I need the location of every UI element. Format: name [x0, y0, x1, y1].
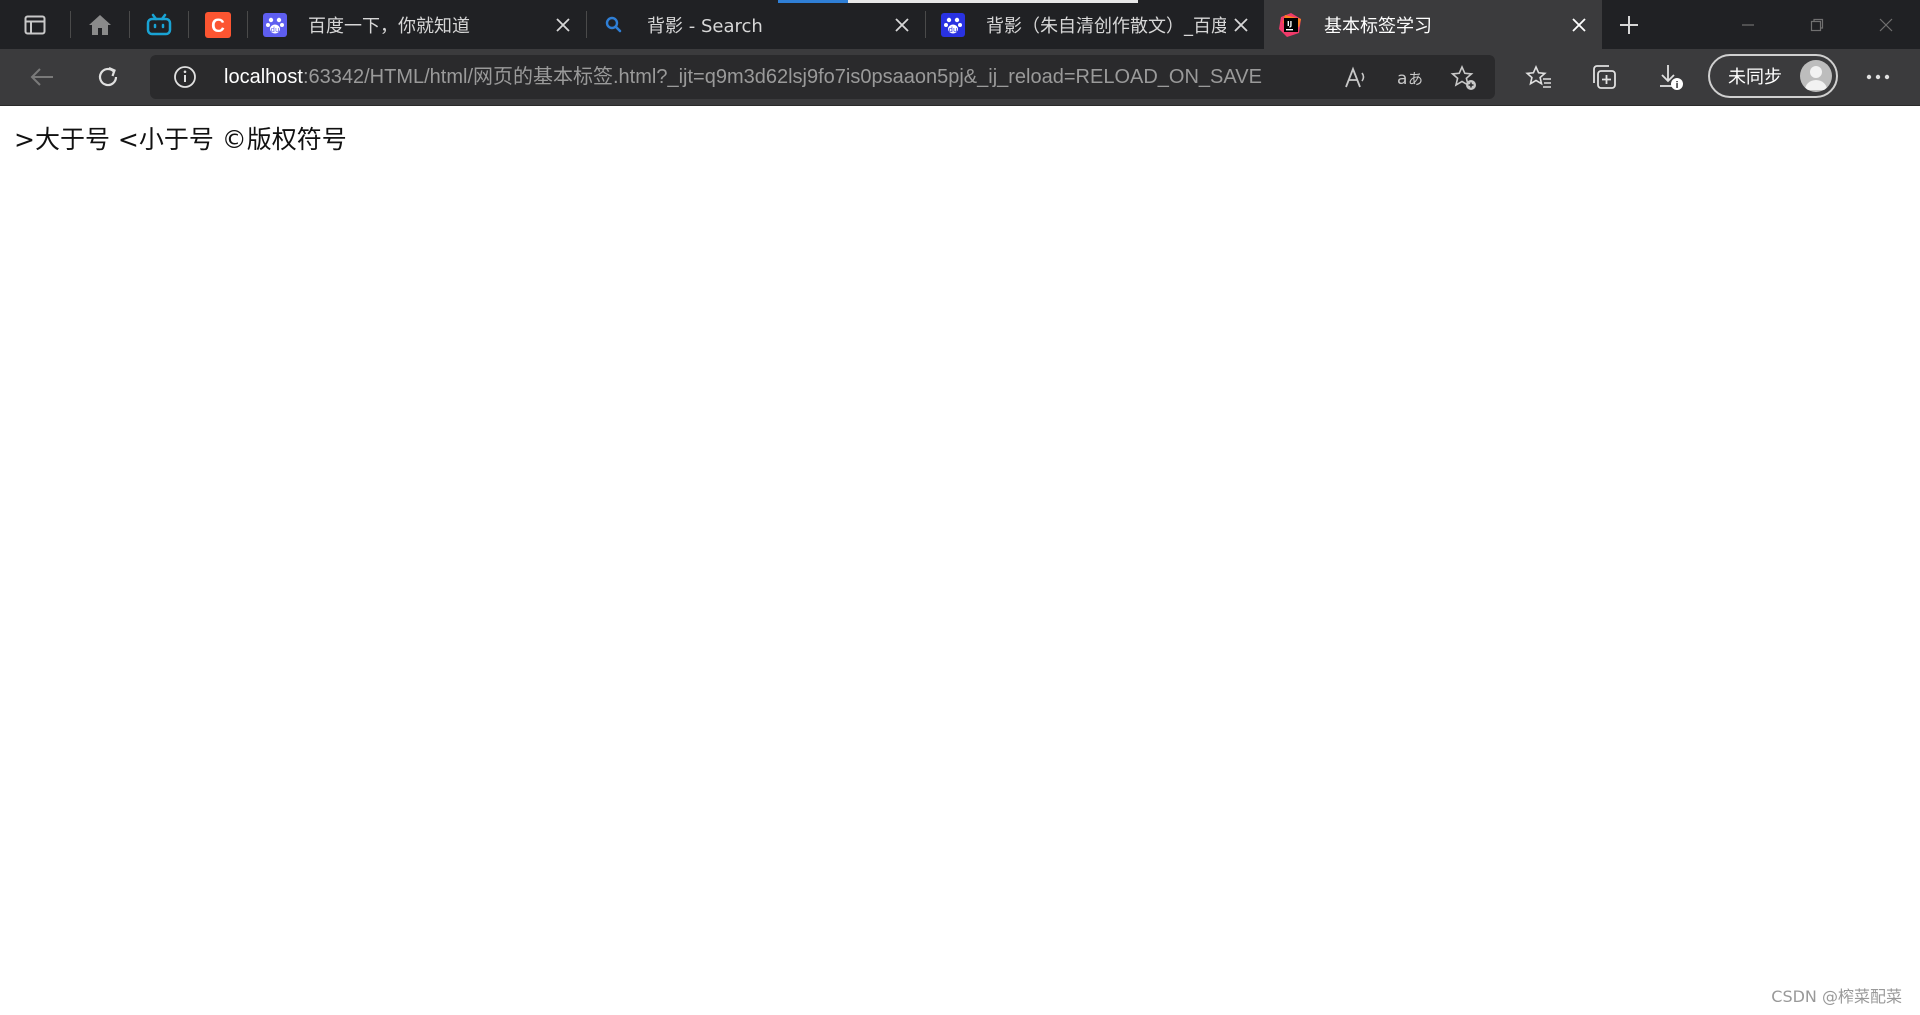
avatar — [1800, 60, 1832, 92]
page-body-text: >大于号 <小于号 ©版权符号 — [14, 125, 347, 154]
profile-sync-button[interactable]: 未同步 — [1708, 54, 1838, 98]
tab-strip: C du 百度一下，你就知道 背影 - Search du 背影（朱自清创作散文… — [0, 0, 1920, 49]
svg-text:a: a — [1397, 69, 1407, 89]
downloads-button[interactable]: i — [1650, 57, 1690, 97]
tab-close-icon[interactable] — [887, 10, 917, 40]
download-icon: i — [1660, 65, 1683, 91]
tab-title: 背影（朱自清创作散文）_百度 — [986, 15, 1226, 37]
csdn-watermark: CSDN @榨菜配菜 — [1771, 987, 1902, 1006]
svg-text:i: i — [1675, 81, 1678, 91]
plus-icon — [1620, 15, 1638, 34]
svg-text:IJ: IJ — [1287, 20, 1292, 28]
home-icon — [89, 14, 111, 35]
tab-title: 背影 - Search — [647, 15, 763, 37]
refresh-button[interactable] — [88, 57, 128, 97]
tab-bing-search[interactable]: 背影 - Search — [587, 0, 1138, 49]
bing-search-icon — [601, 12, 627, 38]
new-tab-button[interactable] — [1602, 0, 1656, 49]
svg-text:C: C — [211, 16, 225, 37]
svg-text:du: du — [949, 26, 958, 34]
translate-icon[interactable]: aあ — [1394, 62, 1426, 94]
close-icon — [1879, 18, 1892, 31]
baidu-paw-icon: du — [940, 12, 966, 38]
tab-title: 基本标签学习 — [1324, 15, 1432, 37]
collections-icon — [1593, 65, 1616, 89]
svg-text:du: du — [271, 26, 280, 34]
tab-basic-tags[interactable]: IJ 基本标签学习 — [1264, 0, 1602, 49]
pinned-tab-csdn[interactable]: C — [189, 0, 247, 49]
collections-button[interactable] — [1584, 57, 1624, 97]
back-button[interactable] — [22, 57, 62, 97]
settings-more-button[interactable] — [1858, 57, 1898, 97]
sync-status-label: 未同步 — [1728, 67, 1782, 88]
tab-baidu-baike[interactable]: du 背影（朱自清创作散文）_百度 — [926, 0, 1264, 49]
tab-close-icon[interactable] — [548, 10, 578, 40]
restore-button[interactable] — [1782, 0, 1851, 49]
tab-close-icon[interactable] — [1226, 10, 1256, 40]
minimize-button[interactable] — [1713, 0, 1782, 49]
tab-baidu-home[interactable]: du 百度一下，你就知道 — [248, 0, 586, 49]
favorites-button[interactable] — [1519, 57, 1559, 97]
window-controls — [1713, 0, 1920, 49]
csdn-icon: C — [205, 11, 231, 38]
tab-close-icon[interactable] — [1564, 10, 1594, 40]
refresh-icon — [98, 66, 118, 87]
svg-text:あ: あ — [1408, 70, 1423, 88]
more-horizontal-icon — [1866, 74, 1890, 80]
pinned-tab-home[interactable] — [71, 0, 129, 49]
pinned-tab-bilibili[interactable] — [130, 0, 188, 49]
url-host: localhost — [224, 66, 303, 88]
user-avatar-icon — [1805, 66, 1827, 90]
jetbrains-icon: IJ — [1278, 12, 1304, 38]
url-text[interactable]: localhost:63342/HTML/html/网页的基本标签.html?_… — [224, 55, 1414, 99]
bilibili-icon — [146, 13, 172, 35]
browser-toolbar: localhost:63342/HTML/html/网页的基本标签.html?_… — [0, 49, 1920, 106]
add-favorite-icon[interactable] — [1448, 62, 1480, 94]
arrow-left-icon — [30, 68, 53, 86]
site-info-icon[interactable] — [170, 62, 200, 92]
read-aloud-icon[interactable] — [1340, 62, 1372, 94]
baidu-paw-icon: du — [262, 12, 288, 38]
favorites-list-icon — [1525, 65, 1551, 88]
minimize-icon — [1741, 23, 1754, 26]
address-bar[interactable]: localhost:63342/HTML/html/网页的基本标签.html?_… — [150, 55, 1495, 99]
tab-loading-bar — [778, 0, 848, 3]
tab-actions-icon[interactable] — [0, 0, 70, 49]
restore-icon — [1810, 18, 1823, 31]
tab-title: 百度一下，你就知道 — [308, 15, 470, 37]
url-path: :63342/HTML/html/网页的基本标签.html?_ijt=q9m3d… — [302, 66, 1262, 88]
close-window-button[interactable] — [1851, 0, 1920, 49]
